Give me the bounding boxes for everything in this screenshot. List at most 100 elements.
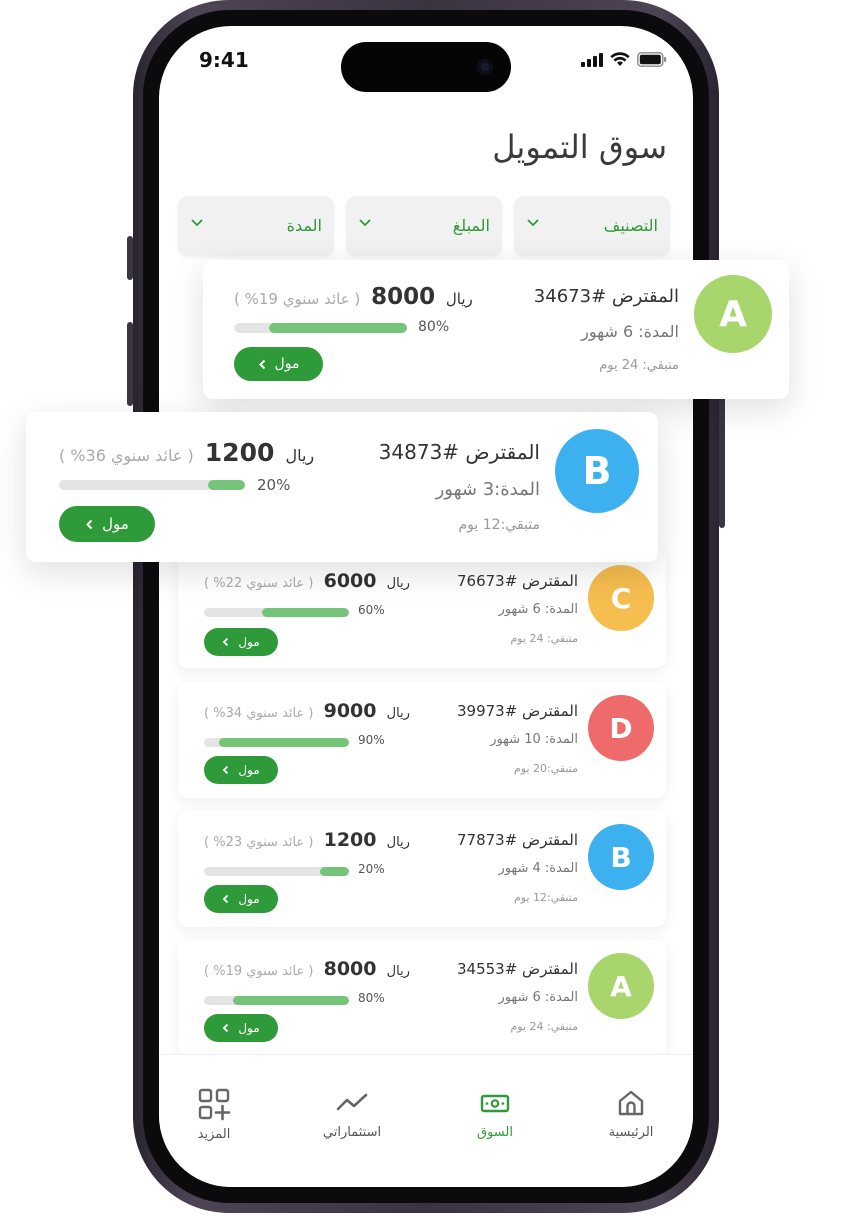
filter-duration[interactable]: المدة [178, 196, 334, 256]
loan-duration: المدة: 4 شهور [498, 861, 578, 876]
loan-card[interactable]: B المقترض #77873 المدة: 4 شهور متبقي:12 … [178, 811, 666, 927]
chevron-down-icon [191, 219, 203, 227]
funding-progress-bar [59, 480, 245, 490]
funding-percent: 20% [257, 476, 291, 494]
chevron-left-icon [258, 359, 265, 369]
borrower-avatar: B [588, 824, 654, 890]
borrower-id: المقترض #34673 [533, 286, 679, 307]
filter-label: المبلغ [452, 216, 490, 235]
funding-progress-fill [207, 480, 245, 490]
loan-duration: المدة: 6 شهور [498, 602, 578, 617]
loan-duration: المدة: 6 شهور [498, 990, 578, 1005]
annual-yield: ( عائد سنوي 23% ) [204, 835, 314, 850]
loan-card-featured[interactable]: B المقترض #34873 المدة:3 شهور متبقي:12 ي… [26, 412, 658, 562]
fund-button[interactable]: مول [204, 628, 278, 656]
loan-duration: المدة: 6 شهور [581, 322, 679, 341]
loan-amount-row: ريال 9000 ( عائد سنوي 34% ) [204, 700, 410, 722]
fund-button-label: مول [238, 635, 260, 649]
remaining-days: متبقي: 24 يوم [510, 1020, 578, 1033]
fund-button[interactable]: مول [234, 347, 323, 381]
fund-button[interactable]: مول [204, 1014, 278, 1042]
currency-label: ريال [386, 576, 410, 591]
fund-button[interactable]: مول [204, 885, 278, 913]
borrower-id: المقترض #34553 [457, 960, 578, 978]
funding-percent: 90% [358, 733, 385, 747]
filter-label: التصنيف [603, 216, 658, 235]
borrower-id: المقترض #77873 [457, 831, 578, 849]
loan-amount-row: ريال 8000 ( عائد سنوي 19% ) [204, 958, 410, 980]
loan-amount: 1200 [323, 829, 377, 851]
nav-label: المزيد [197, 1127, 231, 1142]
page-title: سوق التمويل [492, 128, 667, 166]
home-icon [618, 1090, 644, 1116]
loan-amount: 8000 [371, 284, 436, 310]
battery-icon [637, 52, 667, 67]
loan-card-featured[interactable]: A المقترض #34673 المدة: 6 شهور متبقي: 24… [203, 260, 789, 399]
remaining-days: متبقي: 24 يوم [510, 632, 578, 645]
currency-label: ريال [445, 290, 473, 308]
funding-progress-bar [204, 608, 349, 617]
nav-item-market[interactable]: السوق [440, 1087, 550, 1140]
funding-percent: 20% [358, 862, 385, 876]
camera [477, 59, 493, 75]
borrower-avatar: C [588, 565, 654, 631]
chevron-left-icon [223, 894, 229, 904]
funding-progress-fill [218, 738, 349, 747]
loan-amount-row: ريال 6000 ( عائد سنوي 22% ) [204, 570, 410, 592]
filter-category[interactable]: التصنيف [514, 196, 670, 256]
remaining-days: متبقي:12 يوم [513, 891, 578, 904]
annual-yield: ( عائد سنوي 36% ) [59, 446, 194, 465]
funding-progress-bar [234, 323, 407, 333]
filter-amount[interactable]: المبلغ [346, 196, 502, 256]
fund-button[interactable]: مول [204, 756, 278, 784]
chevron-left-icon [223, 637, 229, 647]
borrower-id: المقترض #39973 [457, 702, 578, 720]
fund-button-label: مول [238, 892, 260, 906]
loan-card[interactable]: C المقترض #76673 المدة: 6 شهور متبقي: 24… [178, 550, 666, 668]
currency-label: ريال [386, 835, 410, 850]
loan-amount-row: ريال 1200 ( عائد سنوي 23% ) [204, 829, 410, 851]
loan-amount: 6000 [323, 570, 377, 592]
funding-progress-fill [320, 867, 349, 876]
chevron-left-icon [223, 1023, 229, 1033]
nav-label: السوق [477, 1125, 513, 1140]
nav-item-more[interactable]: المزيد [159, 1087, 269, 1142]
borrower-id: المقترض #34873 [378, 440, 540, 464]
borrower-avatar: A [588, 953, 654, 1019]
loan-duration: المدة: 10 شهور [490, 732, 578, 747]
chevron-down-icon [527, 219, 539, 227]
remaining-days: متبقي: 24 يوم [599, 358, 679, 373]
annual-yield: ( عائد سنوي 34% ) [204, 706, 314, 721]
volume-up-button [127, 322, 133, 406]
chevron-down-icon [359, 219, 371, 227]
remaining-days: متبقي:20 يوم [513, 762, 578, 775]
fund-button[interactable]: مول [59, 506, 155, 542]
wifi-icon [610, 52, 630, 66]
signal-icon [581, 52, 603, 67]
screen: 9:41 سوق التمويل التصنيف المبلغ المدة C … [159, 26, 693, 1187]
fund-button-label: مول [274, 356, 300, 372]
annual-yield: ( عائد سنوي 22% ) [204, 576, 314, 591]
fund-button-label: مول [238, 1021, 260, 1035]
funding-progress-fill [268, 323, 407, 333]
funding-progress-bar [204, 996, 349, 1005]
filter-bar: التصنيف المبلغ المدة [178, 196, 670, 256]
loan-amount: 1200 [204, 438, 275, 467]
loan-card[interactable]: A المقترض #34553 المدة: 6 شهور متبقي: 24… [178, 940, 666, 1056]
borrower-avatar: D [588, 695, 654, 761]
trend-icon [336, 1093, 368, 1111]
dynamic-island [341, 42, 511, 92]
currency-label: ريال [386, 706, 410, 721]
phone-frame: 9:41 سوق التمويل التصنيف المبلغ المدة C … [127, 0, 725, 1213]
annual-yield: ( عائد سنوي 19% ) [234, 290, 361, 308]
nav-item-investments[interactable]: استثماراتي [297, 1087, 407, 1140]
bottom-nav: الرئيسية السوق استثماراتي المزيد [159, 1054, 693, 1187]
funding-progress-bar [204, 738, 349, 747]
annual-yield: ( عائد سنوي 19% ) [204, 964, 314, 979]
loan-amount: 8000 [323, 958, 377, 980]
funding-percent: 60% [358, 603, 385, 617]
nav-item-home[interactable]: الرئيسية [576, 1087, 686, 1140]
loan-card[interactable]: D المقترض #39973 المدة: 10 شهور متبقي:20… [178, 682, 666, 798]
status-icons [581, 52, 667, 67]
filter-label: المدة [286, 216, 322, 235]
